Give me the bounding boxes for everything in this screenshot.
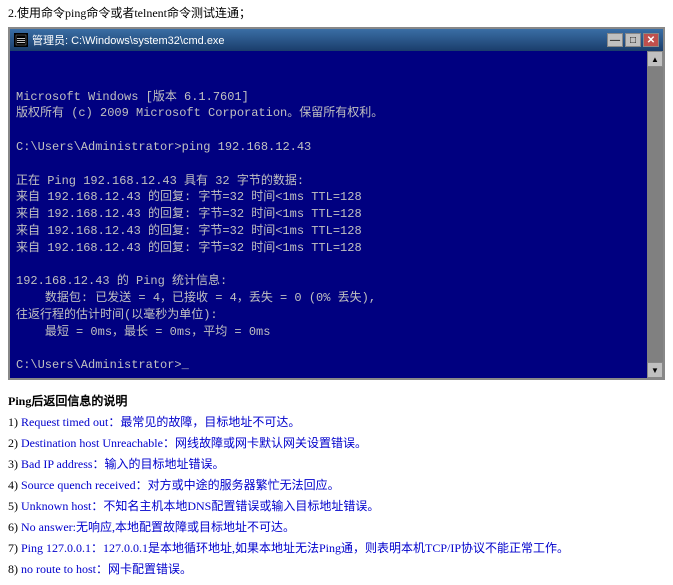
- item-number: 4): [8, 478, 21, 492]
- cmd-icon: [14, 33, 28, 47]
- cmd-scrollbar: ▲ ▼: [647, 51, 663, 378]
- cmd-close-button[interactable]: ✕: [643, 33, 659, 47]
- cmd-line: [16, 156, 641, 173]
- item-number: 8): [8, 562, 21, 576]
- cmd-line: C:\Users\Administrator>ping 192.168.12.4…: [16, 139, 641, 156]
- cmd-line: 来自 192.168.12.43 的回复: 字节=32 时间<1ms TTL=1…: [16, 206, 641, 223]
- item-text: Bad IP address：输入的目标地址错误。: [21, 457, 225, 471]
- item-text: Ping 127.0.0.1：127.0.0.1是本地循环地址,如果本地址无法P…: [21, 541, 569, 555]
- cmd-line: 往返行程的估计时间(以毫秒为单位):: [16, 307, 641, 324]
- ping-item: 6) No answer:无响应,本地配置故障或目标地址不可达。: [8, 518, 665, 536]
- cmd-line: [16, 341, 641, 358]
- item-number: 5): [8, 499, 21, 513]
- item-text: Request timed out：最常见的故障，目标地址不可达。: [21, 415, 300, 429]
- item-text: Destination host Unreachable：网线故障或网卡默认网关…: [21, 436, 367, 450]
- cmd-maximize-button[interactable]: □: [625, 33, 641, 47]
- ping-item: 2) Destination host Unreachable：网线故障或网卡默…: [8, 434, 665, 452]
- item-number: 1): [8, 415, 21, 429]
- cmd-titlebar-buttons: — □ ✕: [607, 33, 659, 47]
- item-text: No answer:无响应,本地配置故障或目标地址不可达。: [21, 520, 295, 534]
- cmd-window: 管理员: C:\Windows\system32\cmd.exe — □ ✕ M…: [8, 27, 665, 380]
- cmd-line: C:\Users\Administrator>_: [16, 357, 641, 374]
- cmd-line: Microsoft Windows [版本 6.1.7601]: [16, 89, 641, 106]
- item-number: 6): [8, 520, 21, 534]
- item-text: Source quench received：对方或中途的服务器繁忙无法回应。: [21, 478, 340, 492]
- cmd-line: 来自 192.168.12.43 的回复: 字节=32 时间<1ms TTL=1…: [16, 189, 641, 206]
- cmd-line: 来自 192.168.12.43 的回复: 字节=32 时间<1ms TTL=1…: [16, 240, 641, 257]
- ping-item: 8) no route to host：网卡配置错误。: [8, 560, 665, 578]
- cmd-scroll-up-button[interactable]: ▲: [647, 51, 663, 67]
- cmd-line: 正在 Ping 192.168.12.43 具有 32 字节的数据:: [16, 173, 641, 190]
- item-text: no route to host：网卡配置错误。: [21, 562, 192, 576]
- cmd-line: [16, 257, 641, 274]
- cmd-line: 版权所有 (c) 2009 Microsoft Corporation。保留所有…: [16, 105, 641, 122]
- ping-item: 3) Bad IP address：输入的目标地址错误。: [8, 455, 665, 473]
- cmd-line: 数据包: 已发送 = 4，已接收 = 4，丢失 = 0 (0% 丢失),: [16, 290, 641, 307]
- item-number: 3): [8, 457, 21, 471]
- cmd-title: 管理员: C:\Windows\system32\cmd.exe: [32, 32, 225, 48]
- cmd-line: 来自 192.168.12.43 的回复: 字节=32 时间<1ms TTL=1…: [16, 223, 641, 240]
- item-text: Unknown host：不知名主机本地DNS配置错误或输入目标地址错误。: [21, 499, 379, 513]
- top-instruction: 2.使用命令ping命令或者telnent命令测试连通；: [0, 0, 673, 27]
- cmd-wrapper: Microsoft Windows [版本 6.1.7601]版权所有 (c) …: [10, 51, 663, 378]
- ping-info-title: Ping后返回信息的说明: [8, 392, 665, 409]
- item-number: 2): [8, 436, 21, 450]
- ping-item: 1) Request timed out：最常见的故障，目标地址不可达。: [8, 413, 665, 431]
- cmd-line: 192.168.12.43 的 Ping 统计信息:: [16, 273, 641, 290]
- cmd-minimize-button[interactable]: —: [607, 33, 623, 47]
- ping-info-section: Ping后返回信息的说明 1) Request timed out：最常见的故障…: [0, 388, 673, 585]
- ping-item: 7) Ping 127.0.0.1：127.0.0.1是本地循环地址,如果本地址…: [8, 539, 665, 557]
- cmd-line: 最短 = 0ms，最长 = 0ms，平均 = 0ms: [16, 324, 641, 341]
- cmd-titlebar-left: 管理员: C:\Windows\system32\cmd.exe: [14, 32, 225, 48]
- cmd-scroll-down-button[interactable]: ▼: [647, 362, 663, 378]
- cmd-titlebar: 管理员: C:\Windows\system32\cmd.exe — □ ✕: [10, 29, 663, 51]
- item-number: 7): [8, 541, 21, 555]
- cmd-body: Microsoft Windows [版本 6.1.7601]版权所有 (c) …: [10, 51, 647, 378]
- ping-items-container: 1) Request timed out：最常见的故障，目标地址不可达。2) D…: [8, 413, 665, 578]
- ping-item: 4) Source quench received：对方或中途的服务器繁忙无法回…: [8, 476, 665, 494]
- cmd-scroll-track: [647, 67, 663, 362]
- cmd-body-container: Microsoft Windows [版本 6.1.7601]版权所有 (c) …: [10, 51, 647, 378]
- cmd-line: [16, 122, 641, 139]
